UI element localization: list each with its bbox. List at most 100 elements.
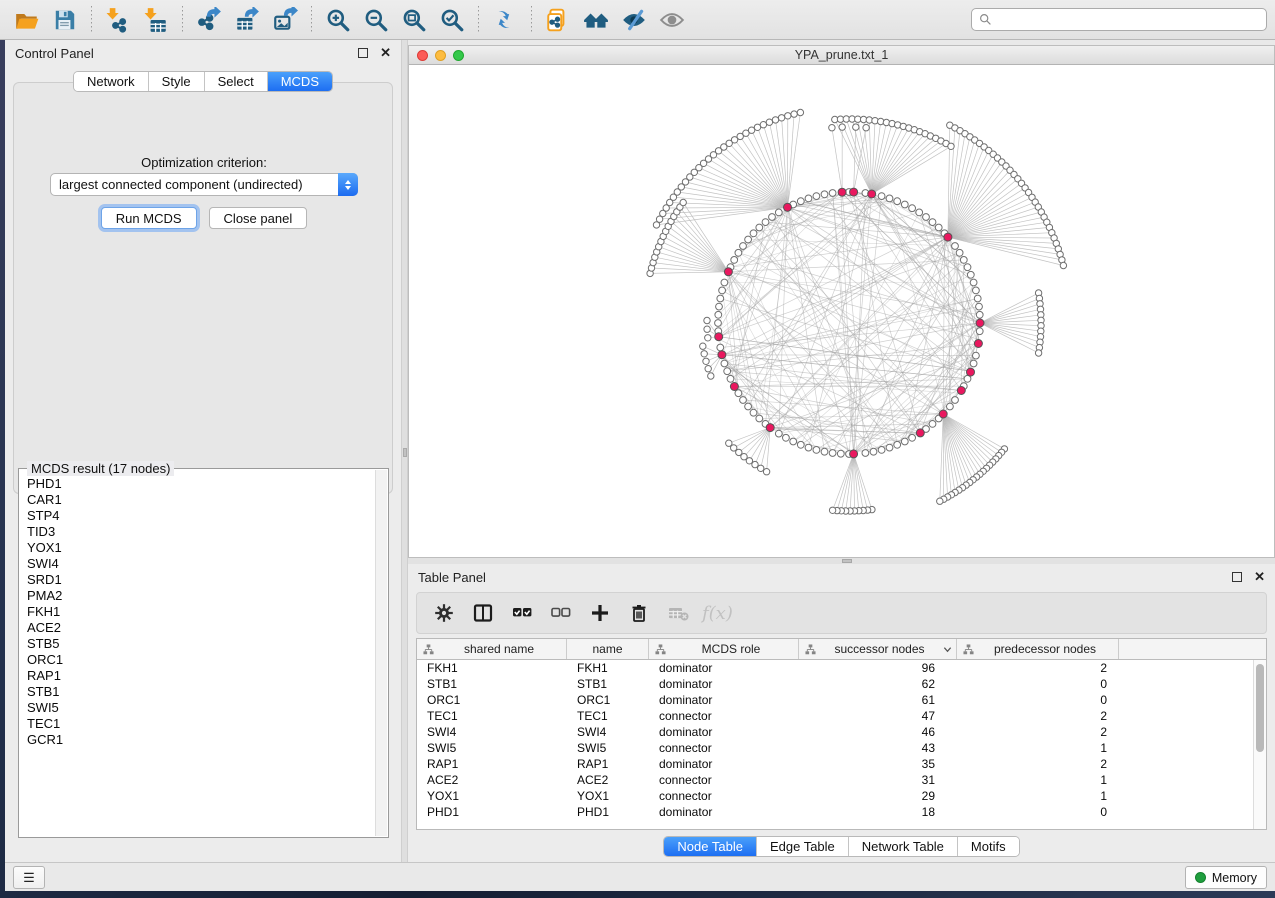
tab-network-table[interactable]: Network Table [849, 837, 958, 856]
toolbar-zoom-in-button[interactable] [322, 4, 354, 36]
cell-shared-name[interactable]: TEC1 [417, 709, 567, 723]
mcds-result-item[interactable]: FKH1 [27, 604, 375, 620]
float-panel-icon[interactable] [358, 48, 368, 58]
cell-successor-nodes[interactable]: 31 [799, 773, 957, 787]
task-history-button[interactable]: ☰ [13, 866, 45, 889]
mcds-result-item[interactable]: TEC1 [27, 716, 375, 732]
mcds-result-item[interactable]: STB5 [27, 636, 375, 652]
mcds-result-item[interactable]: PHD1 [27, 476, 375, 492]
cell-shared-name[interactable]: PHD1 [417, 805, 567, 819]
cell-MCDS-role[interactable]: dominator [649, 725, 799, 739]
cell-successor-nodes[interactable]: 62 [799, 677, 957, 691]
table-scrollbar[interactable] [1253, 660, 1266, 829]
mcds-result-item[interactable]: CAR1 [27, 492, 375, 508]
toolbar-show-all-button[interactable] [656, 4, 688, 36]
search-box[interactable] [971, 8, 1267, 31]
cell-successor-nodes[interactable]: 35 [799, 757, 957, 771]
cell-name[interactable]: PHD1 [567, 805, 649, 819]
splitter-grip[interactable] [403, 448, 407, 457]
toolbar-save-button[interactable] [49, 4, 81, 36]
toolbar-zoom-fit-button[interactable] [398, 4, 430, 36]
tab-mcds[interactable]: MCDS [268, 72, 332, 91]
tab-network[interactable]: Network [74, 72, 149, 91]
table-row-YOX1[interactable]: YOX1YOX1connector291 [417, 788, 1253, 804]
toolbar-clone-network-button[interactable] [542, 4, 574, 36]
cell-shared-name[interactable]: SWI5 [417, 741, 567, 755]
hsplitter-grip[interactable] [842, 559, 852, 563]
search-input[interactable] [997, 13, 1259, 27]
vertical-splitter[interactable] [401, 40, 408, 862]
cell-MCDS-role[interactable]: connector [649, 773, 799, 787]
cell-predecessor-nodes[interactable]: 0 [957, 805, 1119, 819]
mcds-result-scrollbar[interactable] [375, 470, 387, 836]
cell-MCDS-role[interactable]: dominator [649, 805, 799, 819]
cell-name[interactable]: SWI5 [567, 741, 649, 755]
mcds-result-item[interactable]: SRD1 [27, 572, 375, 588]
tab-select[interactable]: Select [205, 72, 268, 91]
table-row-SWI5[interactable]: SWI5SWI5connector431 [417, 740, 1253, 756]
cell-successor-nodes[interactable]: 47 [799, 709, 957, 723]
cell-name[interactable]: SWI4 [567, 725, 649, 739]
table-row-ACE2[interactable]: ACE2ACE2connector311 [417, 772, 1253, 788]
toolbar-export-image-button[interactable] [269, 4, 301, 36]
mcds-result-item[interactable]: GCR1 [27, 732, 375, 748]
cell-successor-nodes[interactable]: 61 [799, 693, 957, 707]
table-row-ORC1[interactable]: ORC1ORC1dominator610 [417, 692, 1253, 708]
table-toolbar-deselect-all-button[interactable] [546, 598, 576, 628]
tab-edge-table[interactable]: Edge Table [757, 837, 849, 856]
cell-name[interactable]: RAP1 [567, 757, 649, 771]
table-toolbar-add-row-button[interactable] [585, 598, 615, 628]
cell-predecessor-nodes[interactable]: 2 [957, 661, 1119, 675]
cell-name[interactable]: STB1 [567, 677, 649, 691]
cell-shared-name[interactable]: STB1 [417, 677, 567, 691]
optimization-criterion-select[interactable]: largest connected component (undirected) [50, 173, 358, 196]
mcds-result-item[interactable]: RAP1 [27, 668, 375, 684]
cell-shared-name[interactable]: ACE2 [417, 773, 567, 787]
cell-predecessor-nodes[interactable]: 2 [957, 709, 1119, 723]
cell-MCDS-role[interactable]: dominator [649, 757, 799, 771]
toolbar-refresh-button[interactable] [489, 4, 521, 36]
toolbar-import-network-button[interactable] [102, 4, 134, 36]
column-header-successor-nodes[interactable]: successor nodes [799, 639, 957, 659]
cell-shared-name[interactable]: YOX1 [417, 789, 567, 803]
cell-shared-name[interactable]: ORC1 [417, 693, 567, 707]
mcds-result-item[interactable]: SWI4 [27, 556, 375, 572]
table-row-TEC1[interactable]: TEC1TEC1connector472 [417, 708, 1253, 724]
mcds-result-item[interactable]: STP4 [27, 508, 375, 524]
mcds-result-item[interactable]: YOX1 [27, 540, 375, 556]
toolbar-zoom-out-button[interactable] [360, 4, 392, 36]
toolbar-open-button[interactable] [11, 4, 43, 36]
cell-shared-name[interactable]: RAP1 [417, 757, 567, 771]
tab-motifs[interactable]: Motifs [958, 837, 1019, 856]
tab-style[interactable]: Style [149, 72, 205, 91]
close-panel-icon[interactable]: ✕ [380, 48, 391, 58]
cell-name[interactable]: ACE2 [567, 773, 649, 787]
column-header-predecessor-nodes[interactable]: predecessor nodes [957, 639, 1119, 659]
mcds-result-item[interactable]: STB1 [27, 684, 375, 700]
table-row-PHD1[interactable]: PHD1PHD1dominator180 [417, 804, 1253, 820]
cell-MCDS-role[interactable]: dominator [649, 693, 799, 707]
toolbar-export-network-button[interactable] [193, 4, 225, 36]
cell-shared-name[interactable]: SWI4 [417, 725, 567, 739]
cell-MCDS-role[interactable]: connector [649, 709, 799, 723]
cell-predecessor-nodes[interactable]: 1 [957, 773, 1119, 787]
table-toolbar-settings-button[interactable] [429, 598, 459, 628]
cell-successor-nodes[interactable]: 18 [799, 805, 957, 819]
network-view-canvas[interactable] [409, 65, 1274, 557]
table-row-RAP1[interactable]: RAP1RAP1dominator352 [417, 756, 1253, 772]
cell-predecessor-nodes[interactable]: 2 [957, 757, 1119, 771]
cell-MCDS-role[interactable]: connector [649, 789, 799, 803]
cell-name[interactable]: YOX1 [567, 789, 649, 803]
network-graph[interactable] [409, 65, 1274, 557]
mcds-result-item[interactable]: PMA2 [27, 588, 375, 604]
toolbar-home-button[interactable] [580, 4, 612, 36]
mcds-result-list[interactable]: PHD1CAR1STP4TID3YOX1SWI4SRD1PMA2FKH1ACE2… [20, 473, 375, 836]
mcds-result-item[interactable]: SWI5 [27, 700, 375, 716]
table-toolbar-select-all-button[interactable] [507, 598, 537, 628]
column-header-name[interactable]: name [567, 639, 649, 659]
table-row-SWI4[interactable]: SWI4SWI4dominator462 [417, 724, 1253, 740]
cell-shared-name[interactable]: FKH1 [417, 661, 567, 675]
cell-MCDS-role[interactable]: connector [649, 741, 799, 755]
cell-successor-nodes[interactable]: 43 [799, 741, 957, 755]
table-scrollbar-thumb[interactable] [1256, 664, 1264, 752]
